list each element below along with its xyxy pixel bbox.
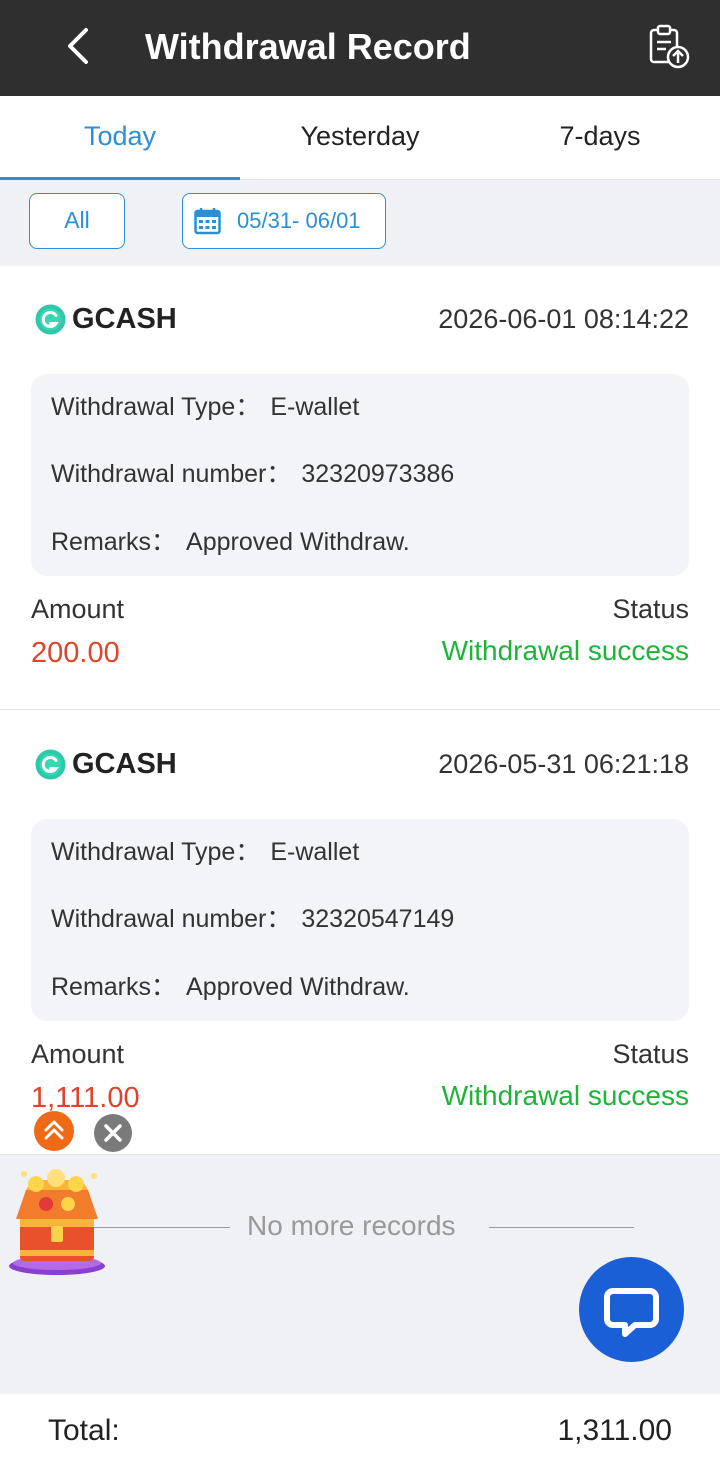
withdrawal-type-value: E-wallet bbox=[270, 393, 360, 421]
status-label: Status bbox=[612, 594, 689, 624]
filter-all-button[interactable]: All bbox=[29, 193, 125, 249]
withdrawal-number-value: 32320547149 bbox=[301, 905, 455, 933]
remarks-row: Remarks： Approved Withdraw. bbox=[51, 525, 410, 559]
filter-bar: All 05/31- 06/01 bbox=[0, 180, 720, 266]
remarks-label: Remarks： bbox=[51, 973, 177, 1001]
total-bar: Total: 1,311.00 bbox=[0, 1394, 720, 1471]
withdrawal-number-row: Withdrawal number： 32320547149 bbox=[51, 902, 454, 936]
detail-box: Withdrawal Type： E-wallet Withdrawal numb… bbox=[31, 819, 689, 1021]
date-range-text: 05/31- 06/01 bbox=[237, 208, 361, 233]
chat-support-button[interactable] bbox=[579, 1257, 684, 1362]
upload-record-button[interactable] bbox=[644, 22, 694, 72]
scroll-top-icon bbox=[44, 1120, 64, 1140]
record-time: 2026-05-31 06:21:18 bbox=[438, 749, 689, 779]
withdrawal-type-label: Withdrawal Type： bbox=[51, 393, 261, 421]
record-card: GCASH 2026-05-31 06:21:18 Withdrawal Typ… bbox=[0, 711, 720, 1154]
status-label: Status bbox=[612, 1039, 689, 1069]
amount-value: 200.00 bbox=[31, 637, 120, 669]
back-arrow-icon bbox=[68, 28, 88, 64]
divider-right bbox=[489, 1227, 634, 1228]
date-tabs: Today Yesterday 7-days bbox=[0, 96, 720, 180]
gcash-icon bbox=[35, 749, 66, 779]
remarks-value: Approved Withdraw. bbox=[186, 528, 410, 556]
status-value: Withdrawal success bbox=[441, 635, 689, 666]
close-icon bbox=[104, 1124, 122, 1142]
treasure-chest-icon bbox=[9, 1169, 105, 1275]
remarks-row: Remarks： Approved Withdraw. bbox=[51, 970, 410, 1004]
upload-record-icon bbox=[649, 24, 690, 69]
withdrawal-type-row: Withdrawal Type： E-wallet bbox=[51, 835, 359, 869]
record-card: GCASH 2026-06-01 08:14:22 Withdrawal Typ… bbox=[0, 266, 720, 710]
total-value: 1,311.00 bbox=[557, 1414, 672, 1447]
scroll-top-button[interactable] bbox=[34, 1111, 74, 1151]
page-title: Withdrawal Record bbox=[145, 26, 471, 67]
back-button[interactable] bbox=[58, 24, 102, 68]
no-more-text: No more records bbox=[247, 1210, 456, 1241]
channel-name: GCASH bbox=[72, 302, 177, 335]
amount-label: Amount bbox=[31, 594, 125, 624]
withdrawal-number-label: Withdrawal number： bbox=[51, 460, 292, 488]
channel-name: GCASH bbox=[72, 747, 177, 780]
channel: GCASH bbox=[35, 302, 177, 336]
withdrawal-type-row: Withdrawal Type： E-wallet bbox=[51, 390, 359, 424]
tab-today[interactable]: Today bbox=[0, 96, 240, 180]
treasure-chest-promo[interactable] bbox=[6, 1164, 108, 1279]
close-floating-button[interactable] bbox=[94, 1114, 132, 1152]
tab-yesterday[interactable]: Yesterday bbox=[240, 96, 480, 179]
amount-label: Amount bbox=[31, 1039, 125, 1069]
withdrawal-number-row: Withdrawal number： 32320973386 bbox=[51, 457, 454, 491]
remarks-label: Remarks： bbox=[51, 528, 177, 556]
total-label: Total: bbox=[48, 1414, 120, 1447]
remarks-value: Approved Withdraw. bbox=[186, 973, 410, 1001]
gcash-icon bbox=[35, 304, 66, 334]
status-value: Withdrawal success bbox=[441, 1080, 689, 1111]
detail-box: Withdrawal Type： E-wallet Withdrawal numb… bbox=[31, 374, 689, 576]
channel: GCASH bbox=[35, 747, 177, 781]
tab-7-days[interactable]: 7-days bbox=[480, 96, 720, 179]
calendar-icon bbox=[194, 208, 221, 235]
withdrawal-number-value: 32320973386 bbox=[301, 460, 455, 488]
date-range-button[interactable]: 05/31- 06/01 bbox=[182, 193, 386, 249]
withdrawal-type-label: Withdrawal Type： bbox=[51, 838, 261, 866]
record-time: 2026-06-01 08:14:22 bbox=[438, 304, 689, 334]
withdrawal-type-value: E-wallet bbox=[270, 838, 360, 866]
top-bar: Withdrawal Record bbox=[0, 0, 720, 96]
withdrawal-number-label: Withdrawal number： bbox=[51, 905, 292, 933]
chat-icon bbox=[604, 1288, 659, 1337]
